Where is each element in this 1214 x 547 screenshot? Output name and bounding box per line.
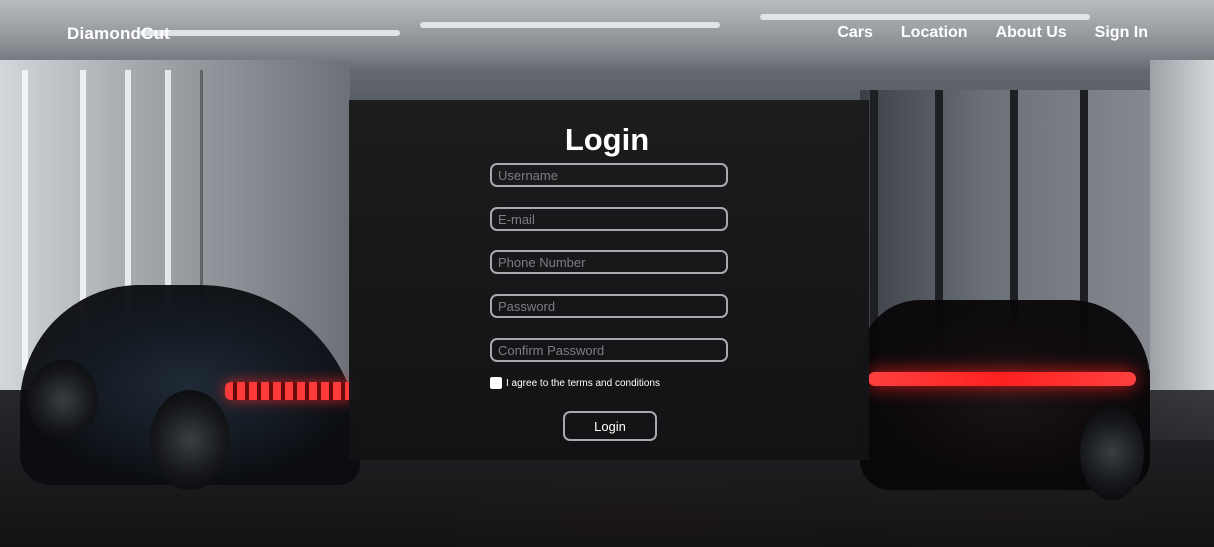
- wall-light-panel: [22, 70, 28, 370]
- password-input[interactable]: [490, 294, 728, 318]
- left-car-taillight: [225, 382, 355, 400]
- nav-link-location[interactable]: Location: [901, 24, 968, 42]
- confirm-password-input[interactable]: [490, 338, 728, 362]
- login-page: DiamondCut Cars Location About Us Sign I…: [0, 0, 1214, 547]
- nav-link-sign-in[interactable]: Sign In: [1095, 24, 1148, 42]
- right-wall: [1150, 60, 1214, 440]
- car-wheel: [1080, 405, 1144, 500]
- car-wheel: [28, 360, 98, 440]
- nav-links: Cars Location About Us Sign In: [837, 24, 1148, 42]
- car-wheel: [150, 390, 230, 490]
- nav-link-about-us[interactable]: About Us: [996, 24, 1067, 42]
- terms-checkbox[interactable]: [490, 377, 502, 389]
- right-car-taillight: [868, 372, 1136, 386]
- terms-label: I agree to the terms and conditions: [506, 377, 660, 389]
- phone-number-input[interactable]: [490, 250, 728, 274]
- brand-logo[interactable]: DiamondCut: [67, 24, 170, 44]
- login-title: Login: [564, 122, 650, 157]
- username-input[interactable]: [490, 163, 728, 187]
- top-nav: DiamondCut Cars Location About Us Sign I…: [0, 0, 1214, 70]
- login-button[interactable]: Login: [563, 411, 657, 441]
- nav-link-cars[interactable]: Cars: [837, 24, 873, 42]
- email-input[interactable]: [490, 207, 728, 231]
- terms-row: I agree to the terms and conditions: [490, 377, 660, 389]
